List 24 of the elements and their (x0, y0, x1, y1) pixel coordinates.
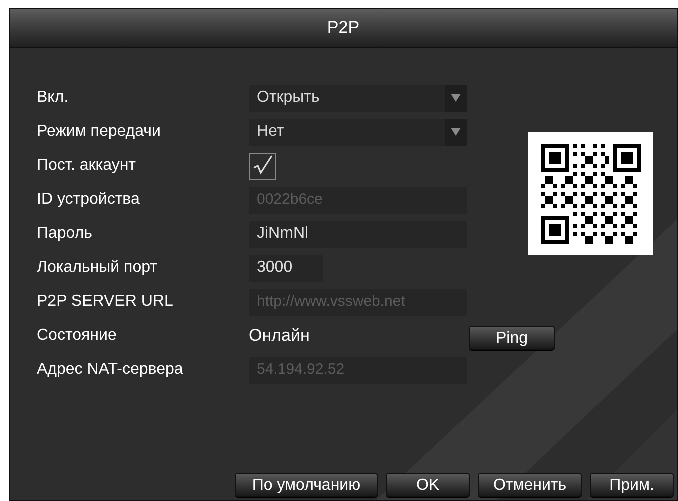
dialog-button[interactable]: Отменить (478, 473, 582, 497)
input-field[interactable]: 3000 (249, 254, 323, 282)
field-label: Режим передачи (37, 122, 162, 142)
dropdown[interactable]: Открыть (249, 84, 467, 112)
caret-icon (451, 94, 461, 102)
dialog-button[interactable]: OK (386, 473, 470, 497)
input-field[interactable]: JiNmNl (249, 220, 467, 248)
dropdown[interactable]: Нет (249, 118, 467, 146)
field-label: P2P SERVER URL (37, 292, 174, 312)
dialog-button[interactable]: По умолчанию (235, 473, 378, 497)
ping-button[interactable]: Ping (469, 326, 555, 350)
caret-icon (451, 128, 461, 136)
field-label: Адрес NAT-сервера (37, 360, 184, 380)
field-label: Состояние (37, 326, 118, 346)
field-label: Вкл. (37, 88, 70, 108)
field-label: Пароль (37, 224, 94, 244)
window-title: P2P (327, 17, 360, 40)
field-label: Локальный порт (37, 258, 158, 278)
field-label: ID устройства (37, 190, 141, 210)
checkbox[interactable] (249, 152, 276, 180)
status-value: Онлайн (249, 325, 310, 348)
field-label: Пост. аккаунт (37, 156, 137, 176)
dialog-button[interactable]: Прим. (590, 473, 674, 497)
check-icon (252, 155, 274, 177)
